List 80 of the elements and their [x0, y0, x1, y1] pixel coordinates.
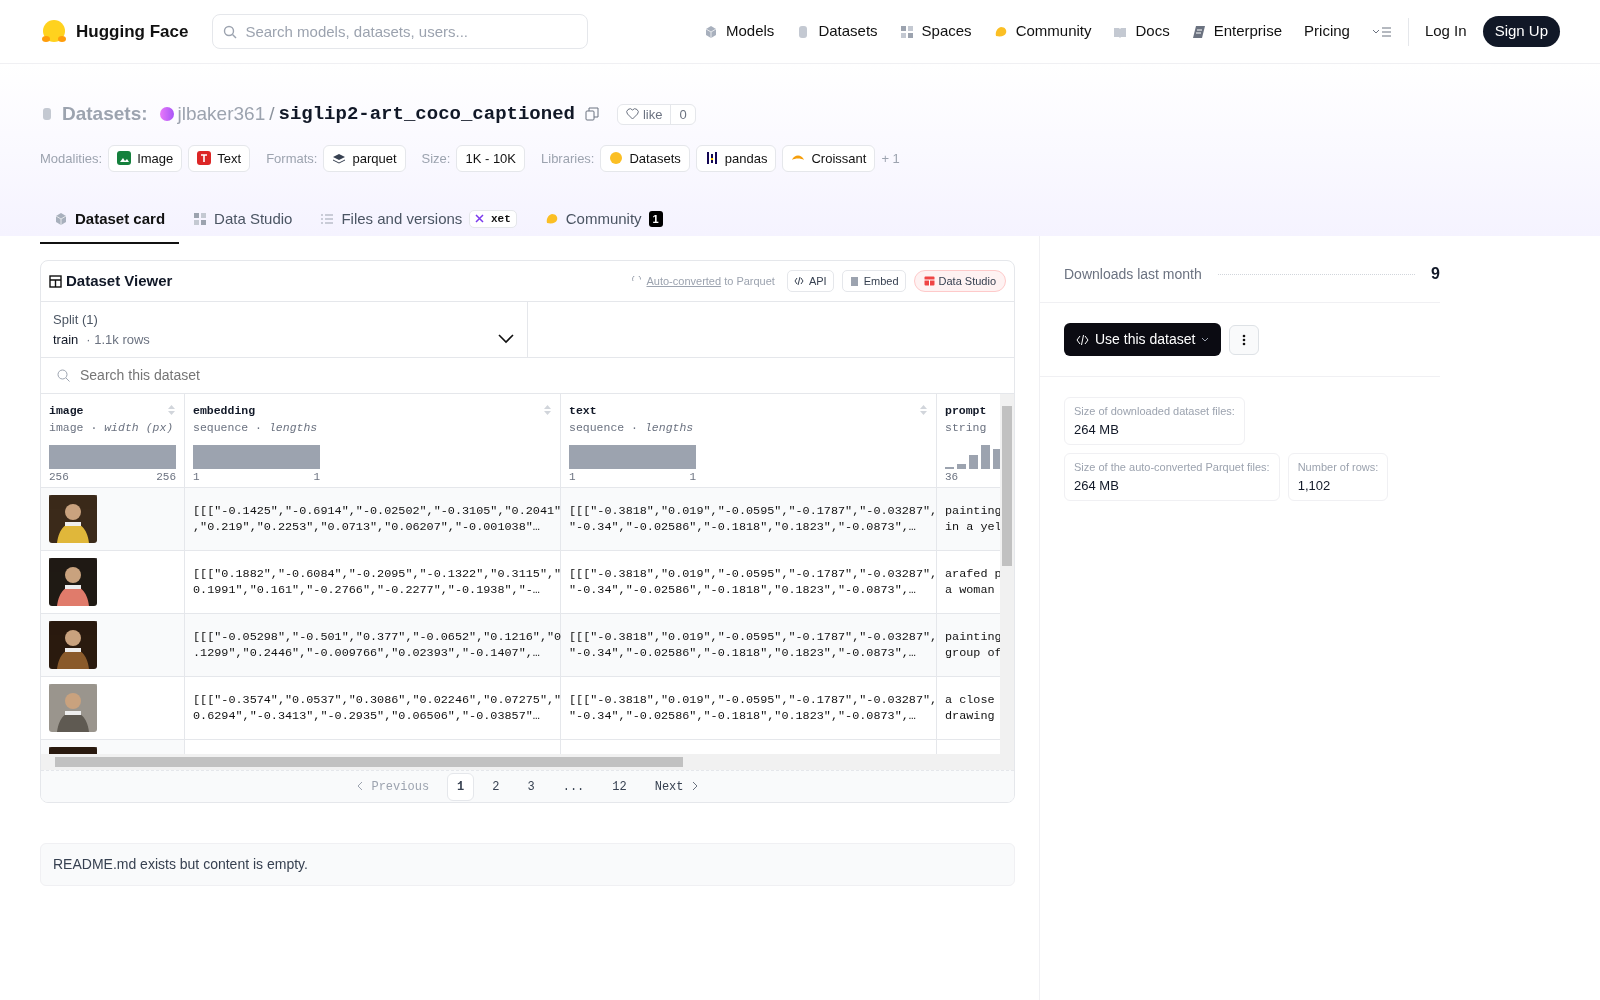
downloads-count: 9: [1431, 264, 1440, 284]
stat-value: 264 MB: [1074, 476, 1120, 495]
tag-group-label: Size:: [421, 149, 451, 168]
stat-value: 1,102: [1297, 476, 1332, 495]
signup-button[interactable]: Sign Up: [1482, 16, 1560, 47]
column-name: text: [569, 403, 597, 419]
nav-link[interactable]: Enterprise: [1191, 20, 1283, 43]
readme-notice: README.md exists but content is empty.: [40, 843, 1015, 886]
split-value: train: [53, 330, 79, 349]
downloads-label: Downloads last month: [1064, 264, 1202, 284]
stat-value: 264 MB: [1074, 420, 1120, 439]
tab[interactable]: Community 1: [530, 196, 677, 244]
table-cell: [[["-0.3818","0.019","-0.0595","-0.1787","-0.03287", "-0.34","-0.02586","-0.1818","0.1823","-0.0873",…: [561, 677, 937, 740]
axis-min-label: 256: [49, 469, 69, 485]
column-name: image: [49, 403, 84, 419]
column-type: sequence · lengths: [569, 420, 695, 437]
viewer-action-button[interactable]: Embed: [841, 269, 906, 293]
viewer-title: Dataset Viewer: [66, 270, 173, 291]
auto-converted-note: Auto-converted to Parquet: [646, 273, 775, 289]
tag[interactable]: Text: [188, 144, 251, 172]
tag[interactable]: Datasets: [600, 144, 690, 172]
next-page-link[interactable]: Next: [644, 772, 709, 801]
split-row-count: · 1.1k rows: [86, 330, 150, 349]
tag[interactable]: parquet: [323, 144, 406, 172]
dataset-type-label: Datasets:: [62, 102, 148, 126]
column-type: string: [945, 420, 988, 437]
table-cell: [[["-0.05298","-0.501","0.377","-0.0652","0.1216","0 .1299","0.2446","-0.009766","0.02393","-0.1407",…: [185, 614, 561, 677]
nav-link[interactable]: Models: [704, 20, 775, 43]
axis-min-label: 36: [945, 469, 959, 485]
stat-label: Size of downloaded dataset files:: [1074, 404, 1235, 419]
tag[interactable]: Croissant: [782, 144, 876, 172]
page-link[interactable]: ...: [552, 772, 595, 801]
dataset-name: siglip2-art_coco_captioned: [278, 102, 575, 127]
axis-max-label: 256: [156, 469, 176, 485]
tag[interactable]: pandas: [695, 144, 777, 172]
path-separator: /: [269, 102, 275, 126]
table-cell: [[["-0.3818","0.019","-0.0595","-0.1787","-0.03287", "-0.34","-0.02586","-0.1818","0.1823","-0.0873",…: [561, 614, 937, 677]
count-badge: 1: [648, 210, 663, 228]
axis-min-label: 1: [193, 469, 200, 485]
tag[interactable]: Image: [108, 144, 183, 172]
xet-badge: xet: [469, 209, 517, 229]
nav-link[interactable]: Docs: [1113, 20, 1170, 43]
viewer-action-button[interactable]: Data Studio: [913, 269, 1006, 293]
like-count: 0: [670, 104, 695, 124]
table-cell: [[["-0.3818","0.019","-0.0595","-0.1787","-0.03287", "-0.34","-0.02586","-0.1818","0.1823","-0.0873",…: [561, 488, 937, 551]
page-link[interactable]: 12: [602, 772, 637, 801]
table-cell: [[["-0.1425","-0.6914","-0.02502","-0.3105","0.2041" ,"0.219","0.2253","0.0713","0.06207","-0.001038"…: [185, 488, 561, 551]
column-type: image · width (px): [49, 420, 175, 437]
tag[interactable]: 1K - 10K: [456, 144, 525, 172]
axis-max-label: 1: [313, 469, 320, 485]
tag-group-label: Libraries:: [541, 149, 595, 168]
nav-link[interactable]: Datasets: [796, 20, 878, 43]
axis-max-label: 1: [689, 469, 696, 485]
column-type: sequence · lengths: [193, 420, 319, 437]
column-name: embedding: [193, 403, 256, 419]
nav-link[interactable]: Spaces: [899, 20, 972, 43]
split-label: Split (1): [53, 311, 99, 329]
stat-label: Number of rows:: [1297, 460, 1379, 475]
page-link[interactable]: 1: [447, 772, 475, 801]
like-button[interactable]: like 0: [616, 103, 696, 125]
stat-label: Size of the auto-converted Parquet files:: [1074, 460, 1270, 475]
viewer-action-button[interactable]: API: [786, 269, 834, 293]
brand-name[interactable]: Hugging Face: [76, 18, 189, 45]
tab[interactable]: Files and versions xet: [306, 196, 531, 244]
nav-link[interactable]: Community: [993, 20, 1092, 43]
axis-min-label: 1: [569, 469, 576, 485]
page-link[interactable]: 3: [517, 772, 545, 801]
split-selector[interactable]: Split (1) train · 1.1k rows: [41, 302, 528, 357]
table-cell: [[["-0.3574","0.0537","0.3086","0.02246","0.07275"," 0.6294","-0.3413","-0.2935","0.06506","-0.03857"…: [185, 677, 561, 740]
login-link[interactable]: Log In: [1424, 20, 1467, 43]
tag-group-label: Formats:: [266, 149, 318, 168]
search-field[interactable]: Search models, datasets, users...: [212, 14, 589, 49]
column-name: prompt: [945, 403, 987, 419]
page-link[interactable]: 2: [482, 772, 510, 801]
use-dataset-button[interactable]: Use this dataset: [1064, 323, 1222, 356]
tab[interactable]: Data Studio: [179, 196, 307, 244]
nav-link[interactable]: Pricing: [1304, 20, 1350, 43]
tab[interactable]: Dataset card: [40, 196, 180, 244]
tag-group-label: Modalities:: [40, 149, 103, 168]
dataset-search-field[interactable]: Search this dataset: [78, 364, 478, 387]
